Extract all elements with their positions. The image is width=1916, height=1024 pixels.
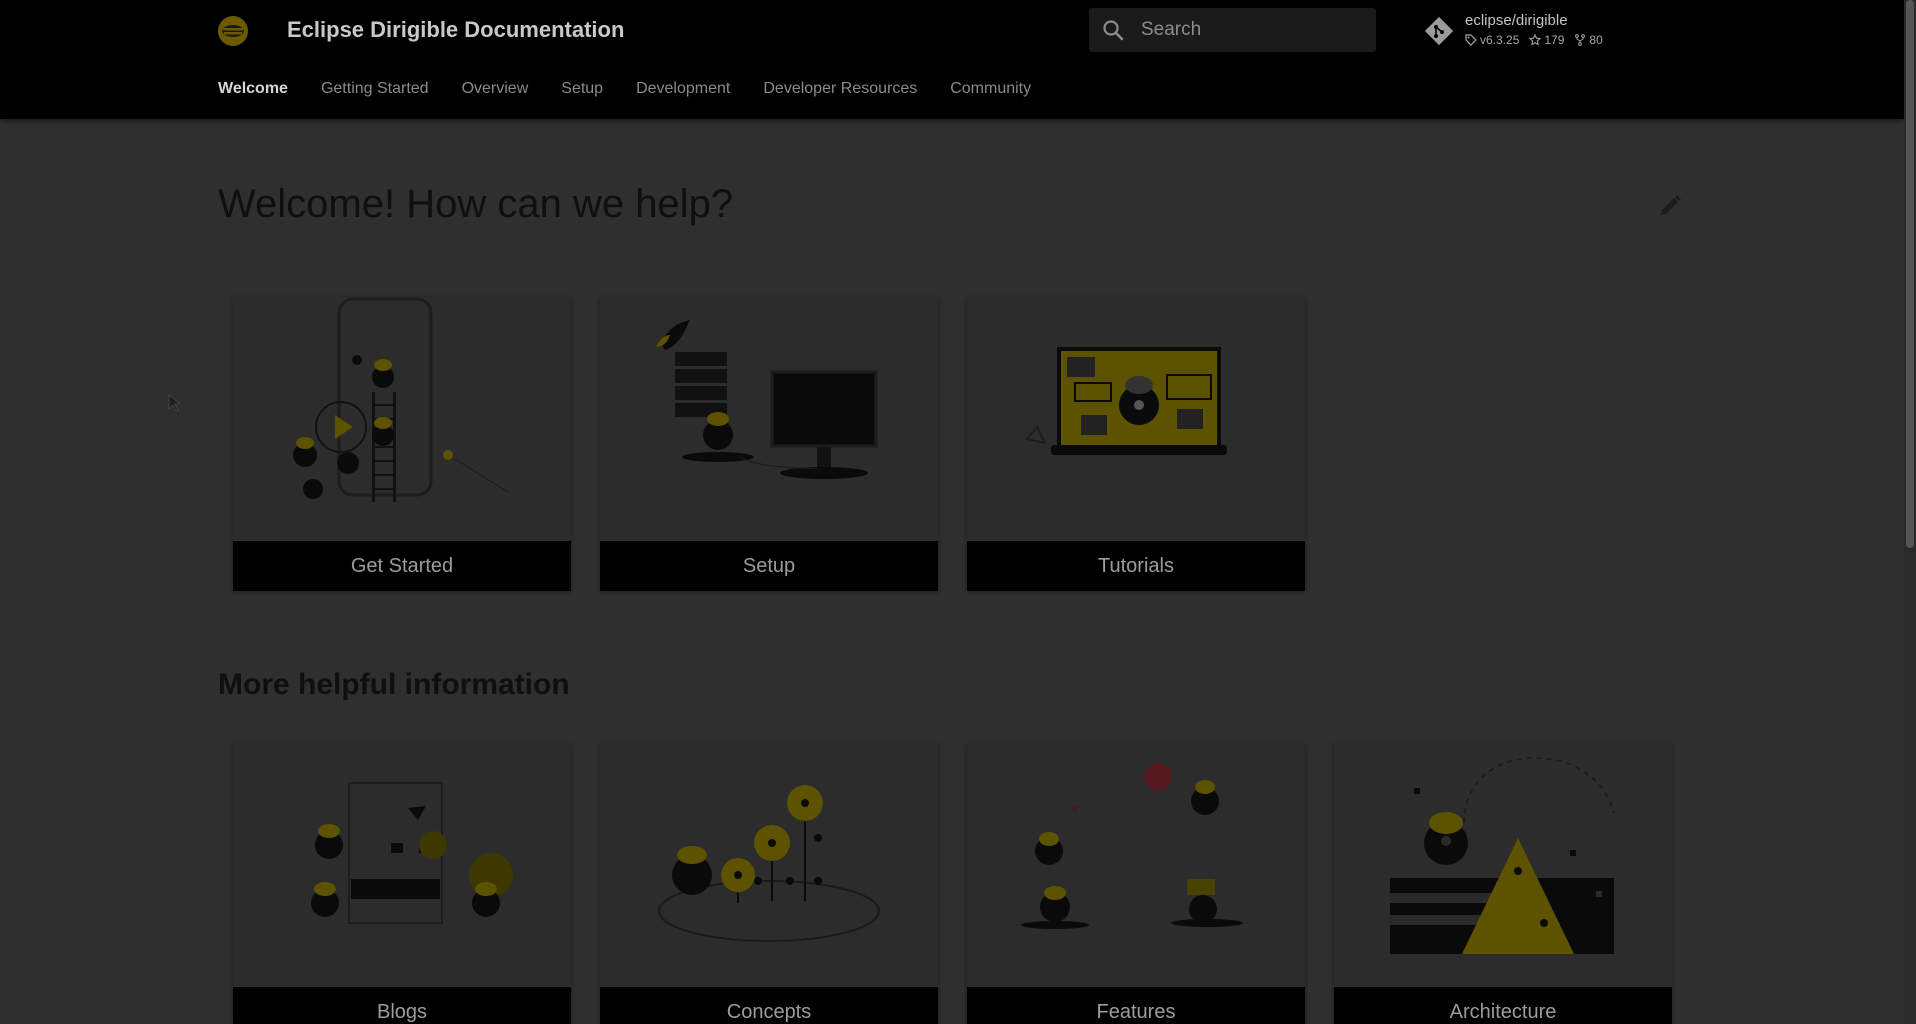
repo-forks-text: 80 — [1589, 33, 1603, 47]
site-title[interactable]: Eclipse Dirigible Documentation — [287, 17, 624, 43]
tab-getting-started[interactable]: Getting Started — [321, 80, 429, 98]
setup-button[interactable]: Setup — [600, 541, 938, 591]
dirigible-logo-icon[interactable] — [217, 15, 249, 47]
blogs-button[interactable]: Blogs — [233, 987, 571, 1024]
card-architecture[interactable]: Architecture — [1334, 743, 1672, 1024]
get-started-button[interactable]: Get Started — [233, 541, 571, 591]
page-scrollbar[interactable] — [1904, 0, 1916, 1024]
mouse-cursor-icon — [168, 394, 180, 412]
git-icon — [1424, 16, 1454, 46]
section-title: More helpful information — [218, 668, 570, 701]
search-input[interactable] — [1141, 8, 1369, 52]
concepts-button[interactable]: Concepts — [600, 987, 938, 1024]
tab-setup[interactable]: Setup — [561, 80, 603, 98]
site-header: Eclipse Dirigible Documentation eclipse/… — [0, 0, 1904, 119]
tab-welcome[interactable]: Welcome — [218, 80, 288, 98]
star-icon — [1529, 34, 1542, 46]
nav-tabs: Welcome Getting Started Overview Setup D… — [218, 80, 1031, 98]
features-illustration-icon — [1021, 763, 1243, 929]
search-icon — [1103, 20, 1124, 41]
concepts-illustration-icon — [658, 785, 880, 942]
features-button[interactable]: Features — [967, 987, 1305, 1024]
page-title: Welcome! How can we help? — [218, 182, 734, 226]
tag-icon — [1465, 34, 1477, 46]
search-box[interactable] — [1089, 8, 1376, 52]
tutorials-button[interactable]: Tutorials — [967, 541, 1305, 591]
tutorials-illustration-icon — [1025, 347, 1227, 455]
repo-forks: 80 — [1574, 33, 1603, 47]
card-concepts[interactable]: Concepts — [600, 743, 938, 1024]
card-features[interactable]: Features — [967, 743, 1305, 1024]
repo-facts: v6.3.25 179 80 — [1465, 33, 1603, 47]
get-started-illustration-icon — [293, 297, 509, 502]
scrollbar-thumb[interactable] — [1906, 0, 1914, 548]
repo-name: eclipse/dirigible — [1465, 12, 1568, 29]
setup-illustration-icon — [656, 320, 878, 479]
card-tutorials[interactable]: Tutorials — [967, 297, 1305, 591]
fork-icon — [1575, 34, 1586, 46]
card-setup[interactable]: Setup — [600, 297, 938, 591]
edit-icon[interactable] — [1657, 193, 1683, 219]
architecture-illustration-icon — [1390, 756, 1615, 954]
card-blogs[interactable]: Blogs — [233, 743, 571, 1024]
repo-link[interactable]: eclipse/dirigible v6.3.25 179 80 — [1424, 10, 1644, 52]
repo-version-text: v6.3.25 — [1480, 33, 1520, 47]
tab-community[interactable]: Community — [950, 80, 1031, 98]
tab-development[interactable]: Development — [636, 80, 730, 98]
card-get-started[interactable]: Get Started — [233, 297, 571, 591]
tab-developer-resources[interactable]: Developer Resources — [763, 80, 917, 98]
blogs-illustration-icon — [311, 782, 513, 924]
tab-overview[interactable]: Overview — [462, 80, 529, 98]
repo-stars: 179 — [1529, 33, 1564, 47]
repo-version: v6.3.25 — [1465, 33, 1519, 47]
repo-stars-text: 179 — [1544, 33, 1565, 47]
architecture-button[interactable]: Architecture — [1334, 987, 1672, 1024]
